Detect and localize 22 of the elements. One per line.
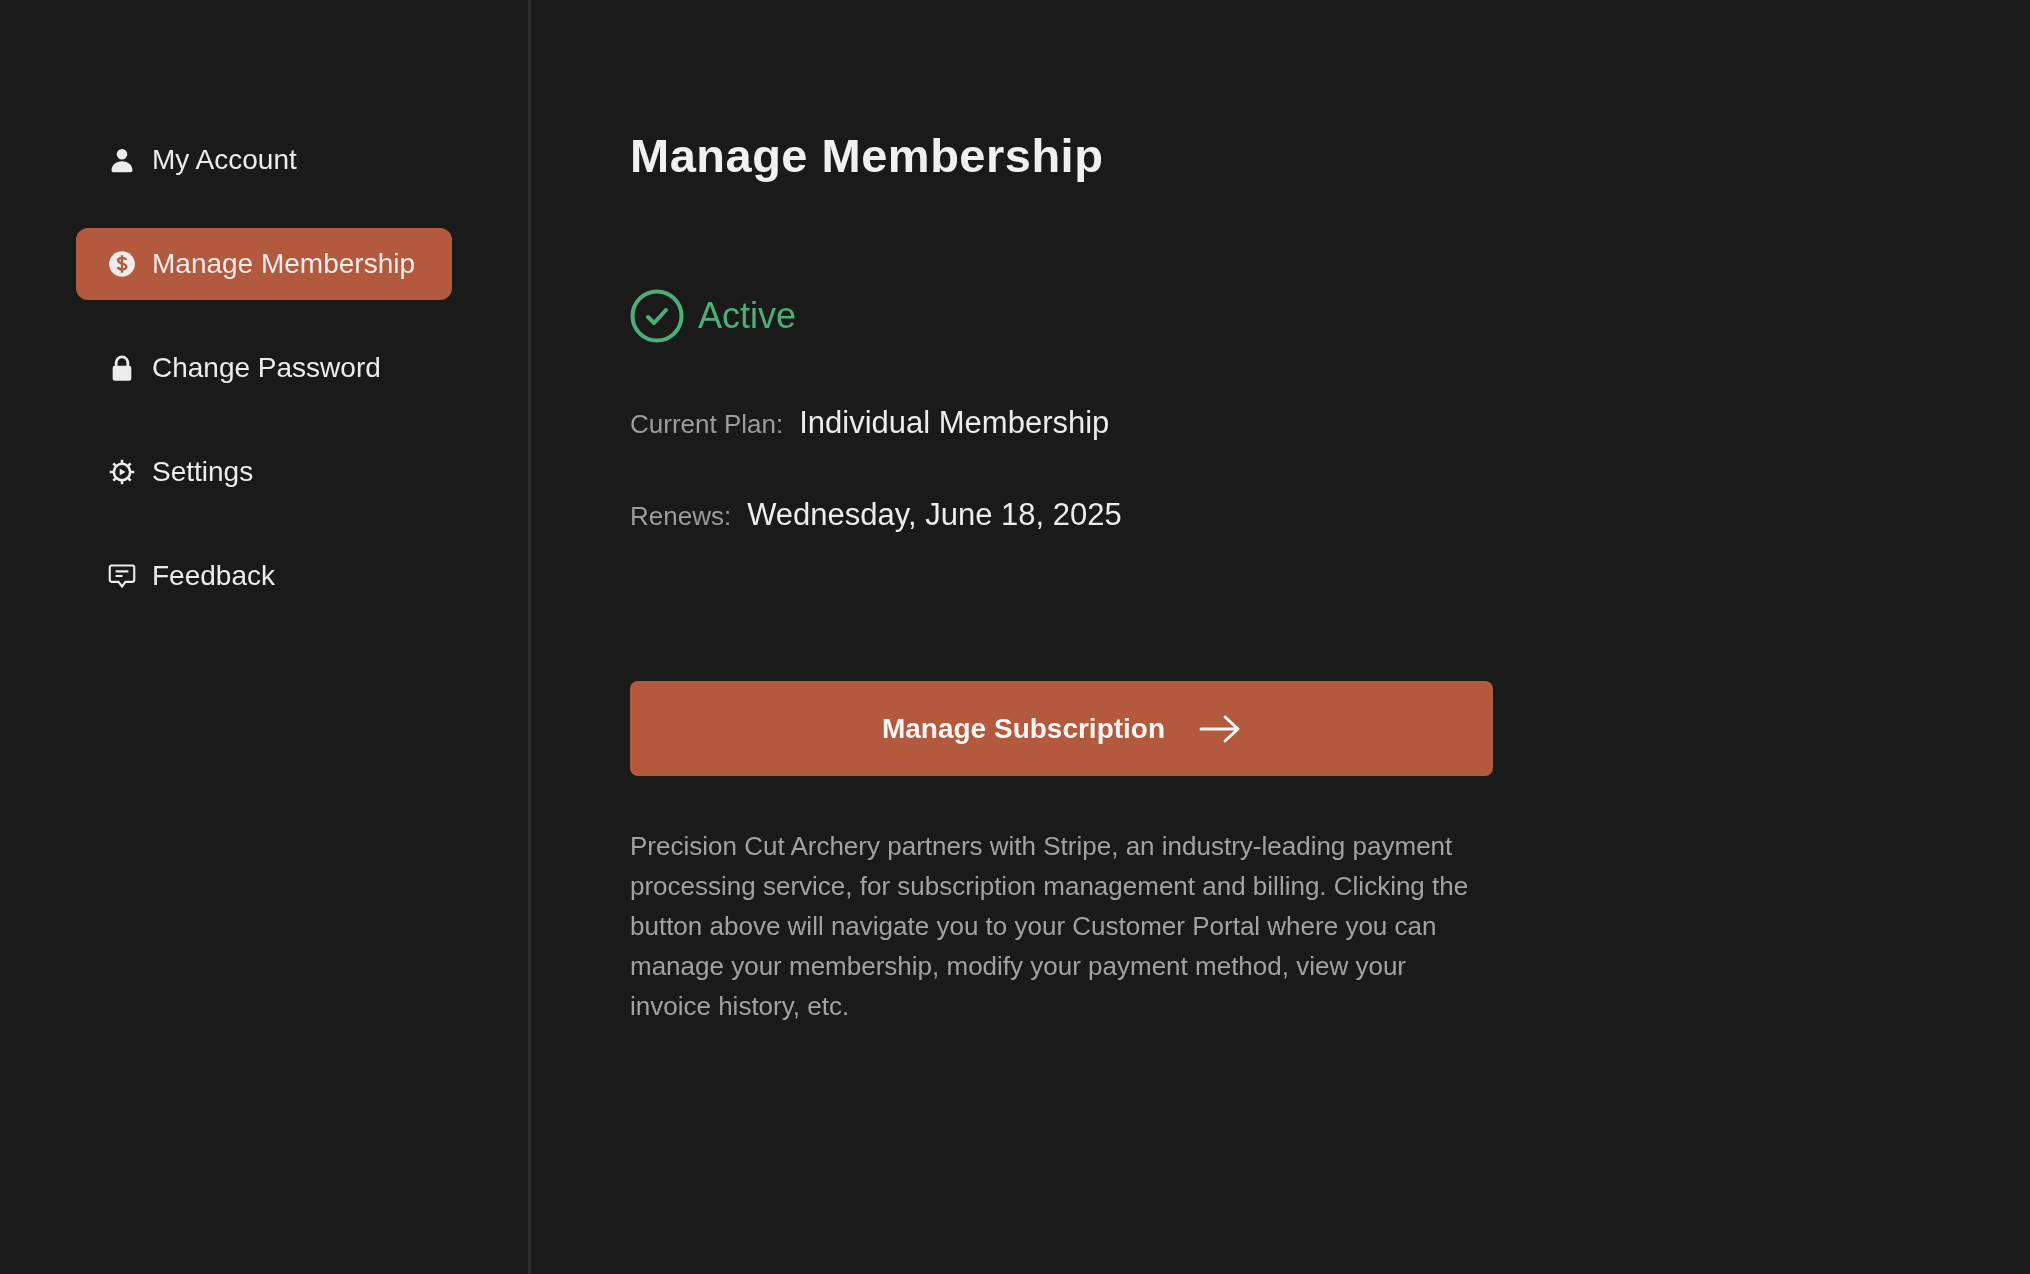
sidebar-item-label: Feedback	[152, 560, 275, 592]
detail-value: Wednesday, June 18, 2025	[747, 497, 1122, 533]
detail-value: Individual Membership	[799, 405, 1110, 441]
sidebar-item-label: Settings	[152, 456, 254, 488]
detail-label: Current Plan:	[630, 409, 784, 440]
sidebar-item-label: Change Password	[152, 352, 381, 384]
status-label: Active	[698, 295, 797, 337]
sidebar-item[interactable]: My Account	[76, 124, 452, 196]
detail-label: Renews:	[630, 501, 732, 532]
dollar-icon	[108, 250, 136, 278]
sidebar-item-label: Manage Membership	[152, 248, 416, 280]
manage-subscription-button[interactable]: Manage Subscription	[630, 681, 1493, 776]
sidebar-item-label: My Account	[152, 144, 297, 176]
description-paragraph: Precision Cut Archery partners with Stripe, an industry-leading payment processing service, for subscription management and billing. Clicking the button above will navigate you to your Customer Portal where you can manage your membership, modify your payment method, view your invoice history, etc.	[630, 830, 1470, 1023]
sidebar-item[interactable]: Settings	[76, 436, 452, 508]
sidebar-item[interactable]: Change Password	[76, 332, 452, 404]
sidebar-item[interactable]: Manage Membership	[76, 228, 452, 300]
sidebar-item[interactable]: Feedback	[76, 540, 452, 612]
page-title: Manage Membership	[630, 128, 1105, 183]
chat-icon	[108, 562, 136, 590]
arrow-right-icon	[1199, 713, 1242, 744]
gear-icon	[108, 458, 136, 486]
